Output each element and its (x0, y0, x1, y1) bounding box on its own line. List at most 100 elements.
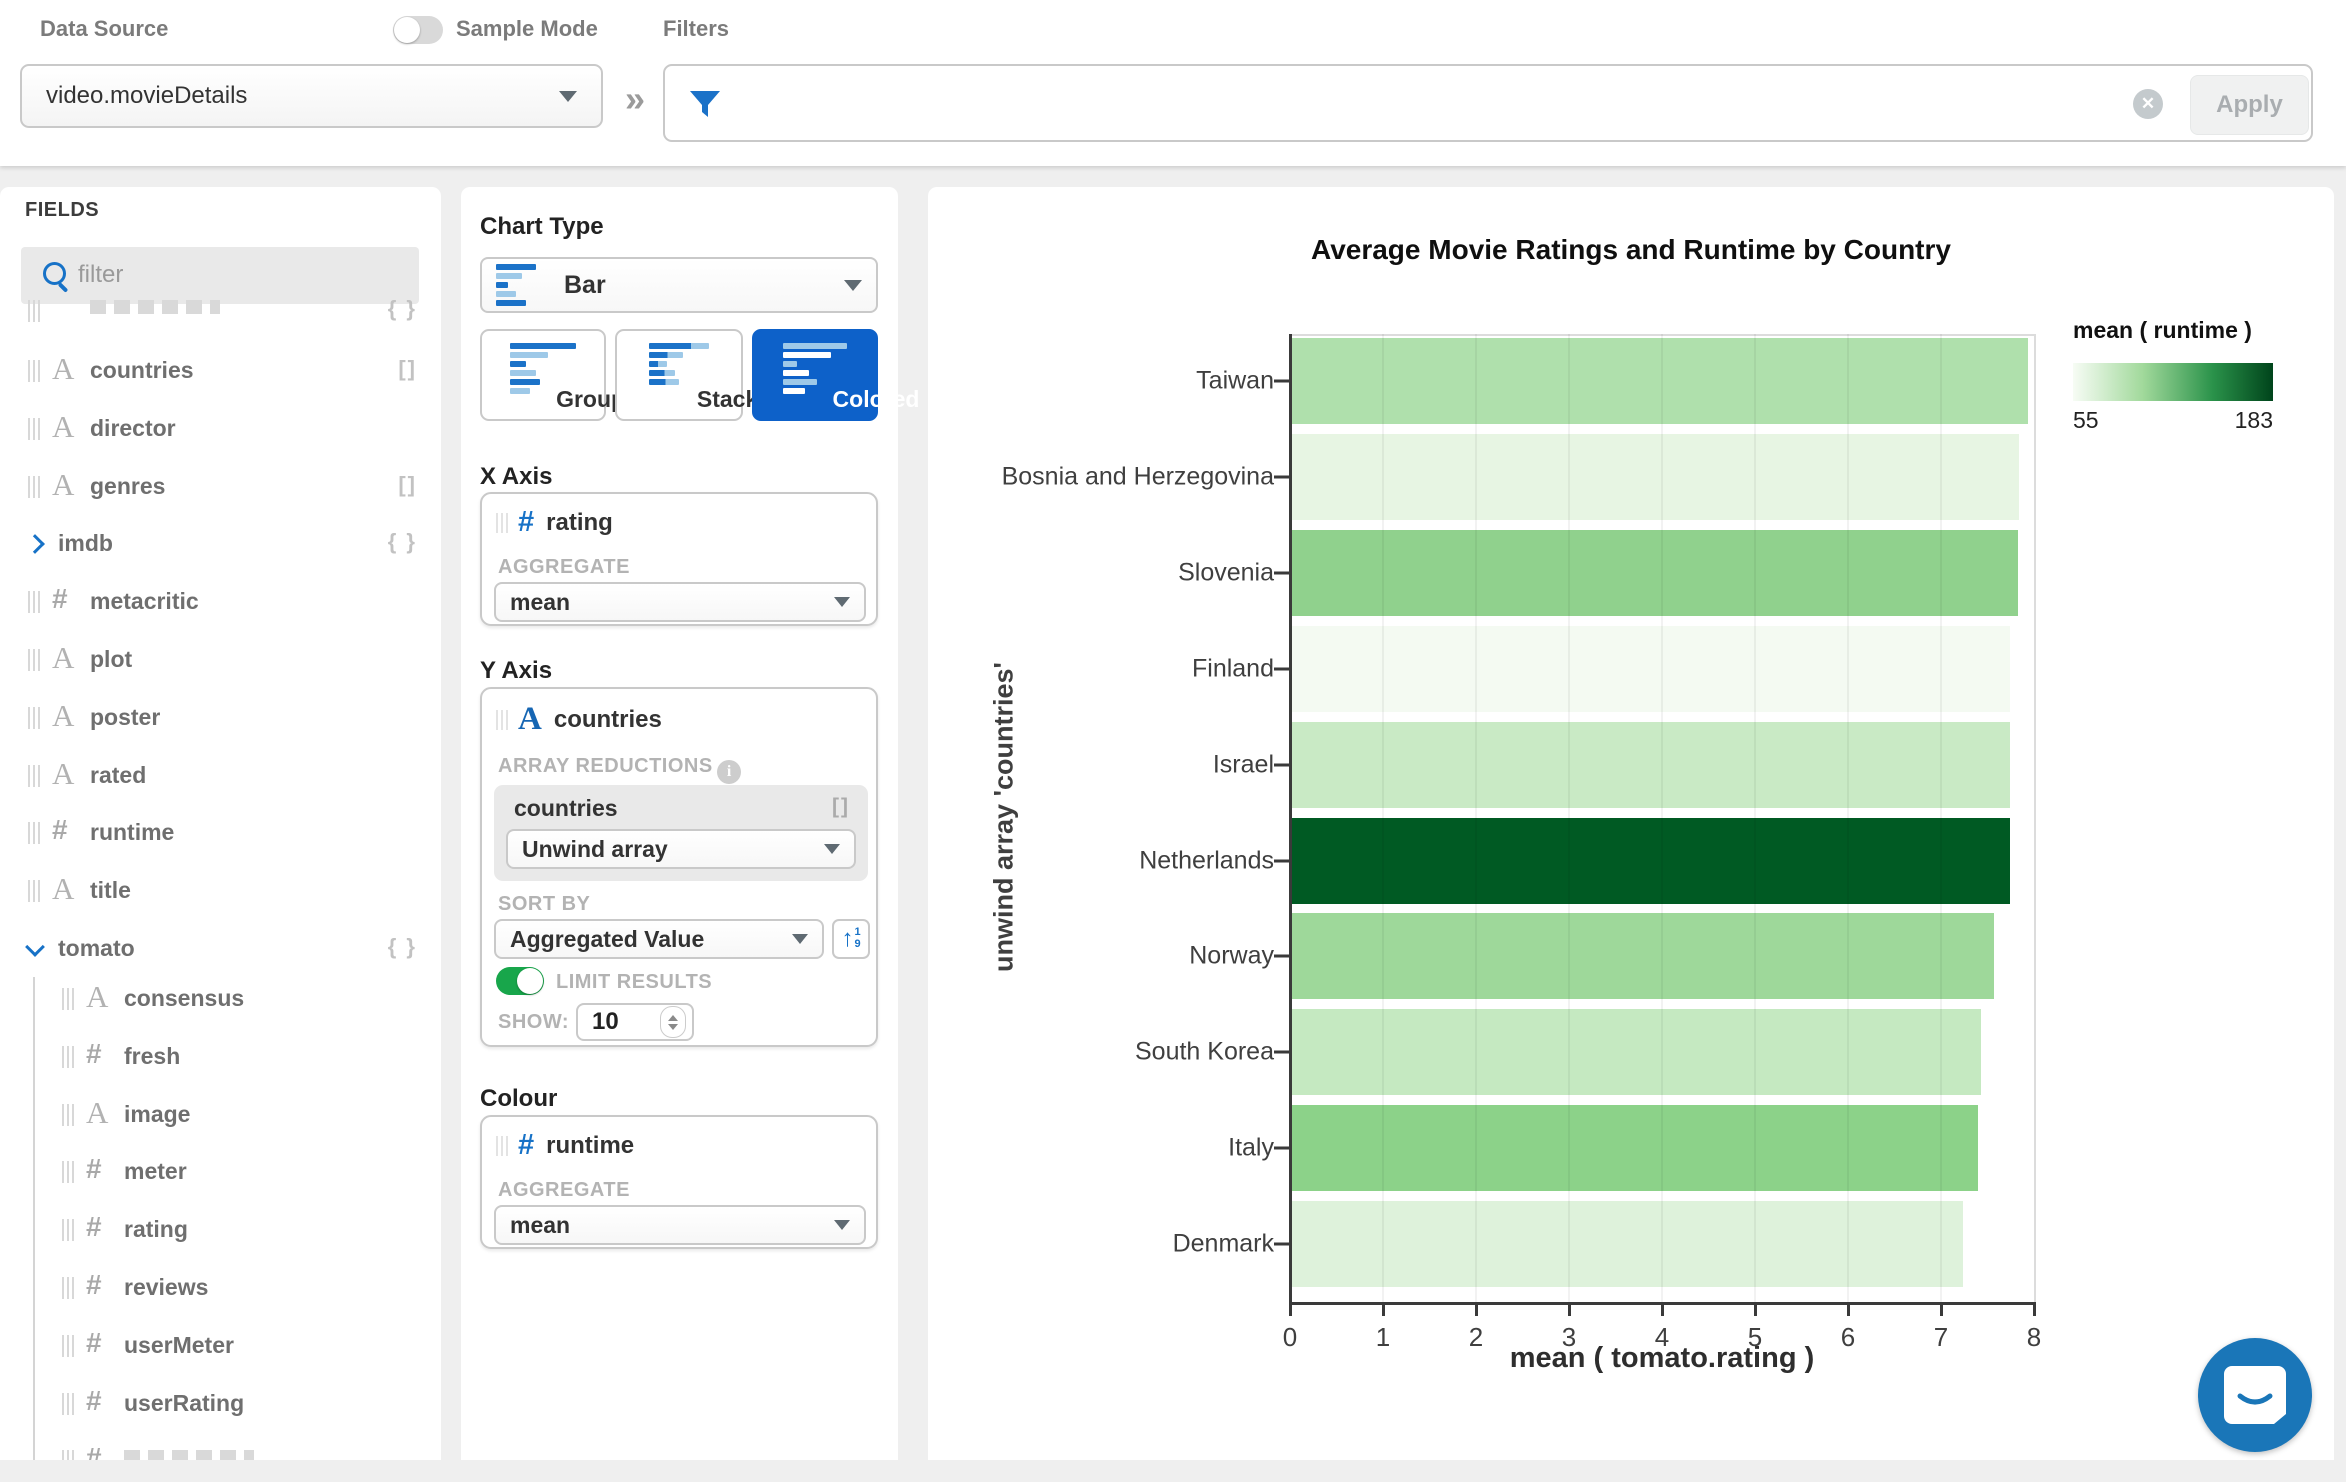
drag-handle-icon[interactable] (28, 706, 40, 729)
limit-results-toggle[interactable] (496, 967, 544, 995)
bar-Bosnia and Herzegovina[interactable] (1292, 433, 2019, 520)
chevron-down-icon[interactable] (25, 937, 45, 957)
number-field-icon: # (86, 1037, 102, 1069)
field-row-metacritic[interactable]: # metacritic (0, 573, 441, 631)
colour-field[interactable]: # runtime (496, 1131, 634, 1160)
bar-Finland[interactable] (1292, 625, 2010, 712)
field-row-fresh[interactable]: # fresh (0, 1028, 441, 1086)
bar-Taiwan[interactable] (1292, 338, 2028, 424)
field-row-meter[interactable]: # meter (0, 1143, 441, 1201)
y-axis-field[interactable]: A countries (496, 703, 662, 736)
bar-Israel[interactable] (1292, 721, 2010, 808)
intercom-chat-button[interactable] (2198, 1338, 2312, 1452)
field-row-partial[interactable]: # (0, 1432, 441, 1460)
drag-handle-icon[interactable] (28, 300, 40, 322)
drag-handle-icon[interactable] (28, 475, 40, 498)
field-row-imdb[interactable]: imdb { } (0, 515, 441, 573)
number-stepper[interactable] (660, 1006, 686, 1038)
bar-Denmark[interactable] (1292, 1201, 1963, 1288)
field-row-partial[interactable]: { } (0, 282, 441, 340)
info-icon[interactable]: i (717, 760, 742, 784)
drag-handle-icon[interactable] (62, 1103, 74, 1126)
limit-count-value: 10 (592, 1008, 619, 1035)
sort-direction-button[interactable]: ↑ 19 (832, 919, 870, 959)
reduction-select[interactable]: Unwind array (506, 829, 856, 869)
colour-aggregate-select[interactable]: mean (494, 1205, 866, 1245)
toggle-knob (394, 17, 420, 43)
mode-stacked-button[interactable]: Stacked (615, 329, 785, 421)
drag-handle-icon[interactable] (28, 417, 40, 440)
bar-Italy[interactable] (1292, 1105, 1978, 1192)
gridline (1940, 334, 1942, 1302)
apply-button[interactable]: Apply (2190, 75, 2309, 135)
field-row-userRating[interactable]: # userRating (0, 1375, 441, 1433)
bar-Netherlands[interactable] (1292, 817, 2010, 904)
drag-handle-icon[interactable] (62, 1392, 74, 1415)
drag-handle-icon[interactable] (62, 1219, 74, 1242)
drag-handle-icon[interactable] (496, 512, 508, 533)
bar-South Korea[interactable] (1292, 1009, 1981, 1096)
drag-handle-icon[interactable] (496, 709, 508, 730)
x-aggregate-label: AGGREGATE (498, 556, 630, 578)
drag-handle-icon[interactable] (28, 591, 40, 614)
field-row-genres[interactable]: Agenres [] (0, 458, 441, 516)
field-label: director (90, 414, 176, 441)
drag-handle-icon[interactable] (496, 1135, 508, 1156)
sort-by-select[interactable]: Aggregated Value (494, 919, 824, 959)
field-row-plot[interactable]: Aplot (0, 631, 441, 689)
legend-gradient (2073, 363, 2273, 401)
field-row-countries[interactable]: Acountries [] (0, 342, 441, 400)
collapse-chevrons-icon[interactable]: » (625, 78, 645, 120)
category-label: Taiwan (1196, 366, 1274, 395)
drag-handle-icon[interactable] (28, 649, 40, 671)
filters-input[interactable]: ✕ Apply (663, 64, 2313, 142)
field-row-reviews[interactable]: # reviews (0, 1259, 441, 1317)
field-row-rating[interactable]: # rating (0, 1201, 441, 1259)
drag-handle-icon[interactable] (28, 880, 40, 903)
field-row-director[interactable]: Adirector (0, 400, 441, 458)
field-row-consensus[interactable]: Aconsensus (0, 970, 441, 1028)
array-reductions-label: ARRAY REDUCTIONS (498, 755, 713, 777)
field-row-rated[interactable]: Arated (0, 747, 441, 805)
drag-handle-icon[interactable] (28, 764, 40, 787)
mode-colored-button[interactable]: Colored (752, 329, 919, 421)
drag-handle-icon[interactable] (62, 1277, 74, 1299)
number-field-icon: # (86, 1211, 102, 1243)
x-axis-field[interactable]: # rating (496, 508, 613, 537)
drag-handle-icon[interactable] (28, 822, 40, 845)
legend-title: mean ( runtime ) (2073, 317, 2252, 343)
field-row-image[interactable]: Aimage (0, 1086, 441, 1144)
drag-handle-icon[interactable] (28, 360, 40, 382)
x-aggregate-select[interactable]: mean (494, 582, 866, 622)
clear-filter-icon[interactable]: ✕ (2133, 89, 2163, 119)
drag-handle-icon[interactable] (62, 1334, 74, 1357)
string-field-icon: A (52, 640, 75, 675)
array-badge: [] (398, 471, 417, 497)
field-row-userMeter[interactable]: # userMeter (0, 1317, 441, 1375)
field-label: poster (90, 703, 161, 730)
sample-mode-toggle[interactable] (393, 16, 443, 44)
array-reductions-row: ARRAY REDUCTIONS i (498, 755, 742, 784)
drag-handle-icon[interactable] (62, 1161, 74, 1184)
bar-Norway[interactable] (1292, 913, 1994, 1000)
x-tick (1475, 1305, 1478, 1316)
x-axis-field-name: rating (546, 508, 613, 536)
data-source-select[interactable]: video.movieDetails (20, 64, 603, 128)
reduction-box: countries [] Unwind array (494, 785, 868, 881)
string-field-icon: A (518, 701, 542, 737)
mode-grouped-button[interactable]: Grouped (480, 329, 652, 421)
drag-handle-icon[interactable] (62, 988, 74, 1010)
chart-type-select[interactable]: Bar (480, 257, 878, 313)
field-row-title[interactable]: Atitle (0, 862, 441, 920)
drag-handle-icon[interactable] (62, 1450, 74, 1460)
filters-label: Filters (663, 16, 730, 41)
field-row-runtime[interactable]: # runtime (0, 804, 441, 862)
drag-handle-icon[interactable] (62, 1045, 74, 1068)
field-label: fresh (124, 1042, 181, 1069)
plot-right-border (2034, 334, 2036, 1302)
limit-count-input[interactable]: 10 (576, 1003, 694, 1041)
field-row-poster[interactable]: Aposter (0, 689, 441, 747)
bar-Slovenia[interactable] (1292, 529, 2018, 616)
gridline (1475, 334, 1477, 1302)
chevron-right-icon[interactable] (25, 534, 45, 555)
